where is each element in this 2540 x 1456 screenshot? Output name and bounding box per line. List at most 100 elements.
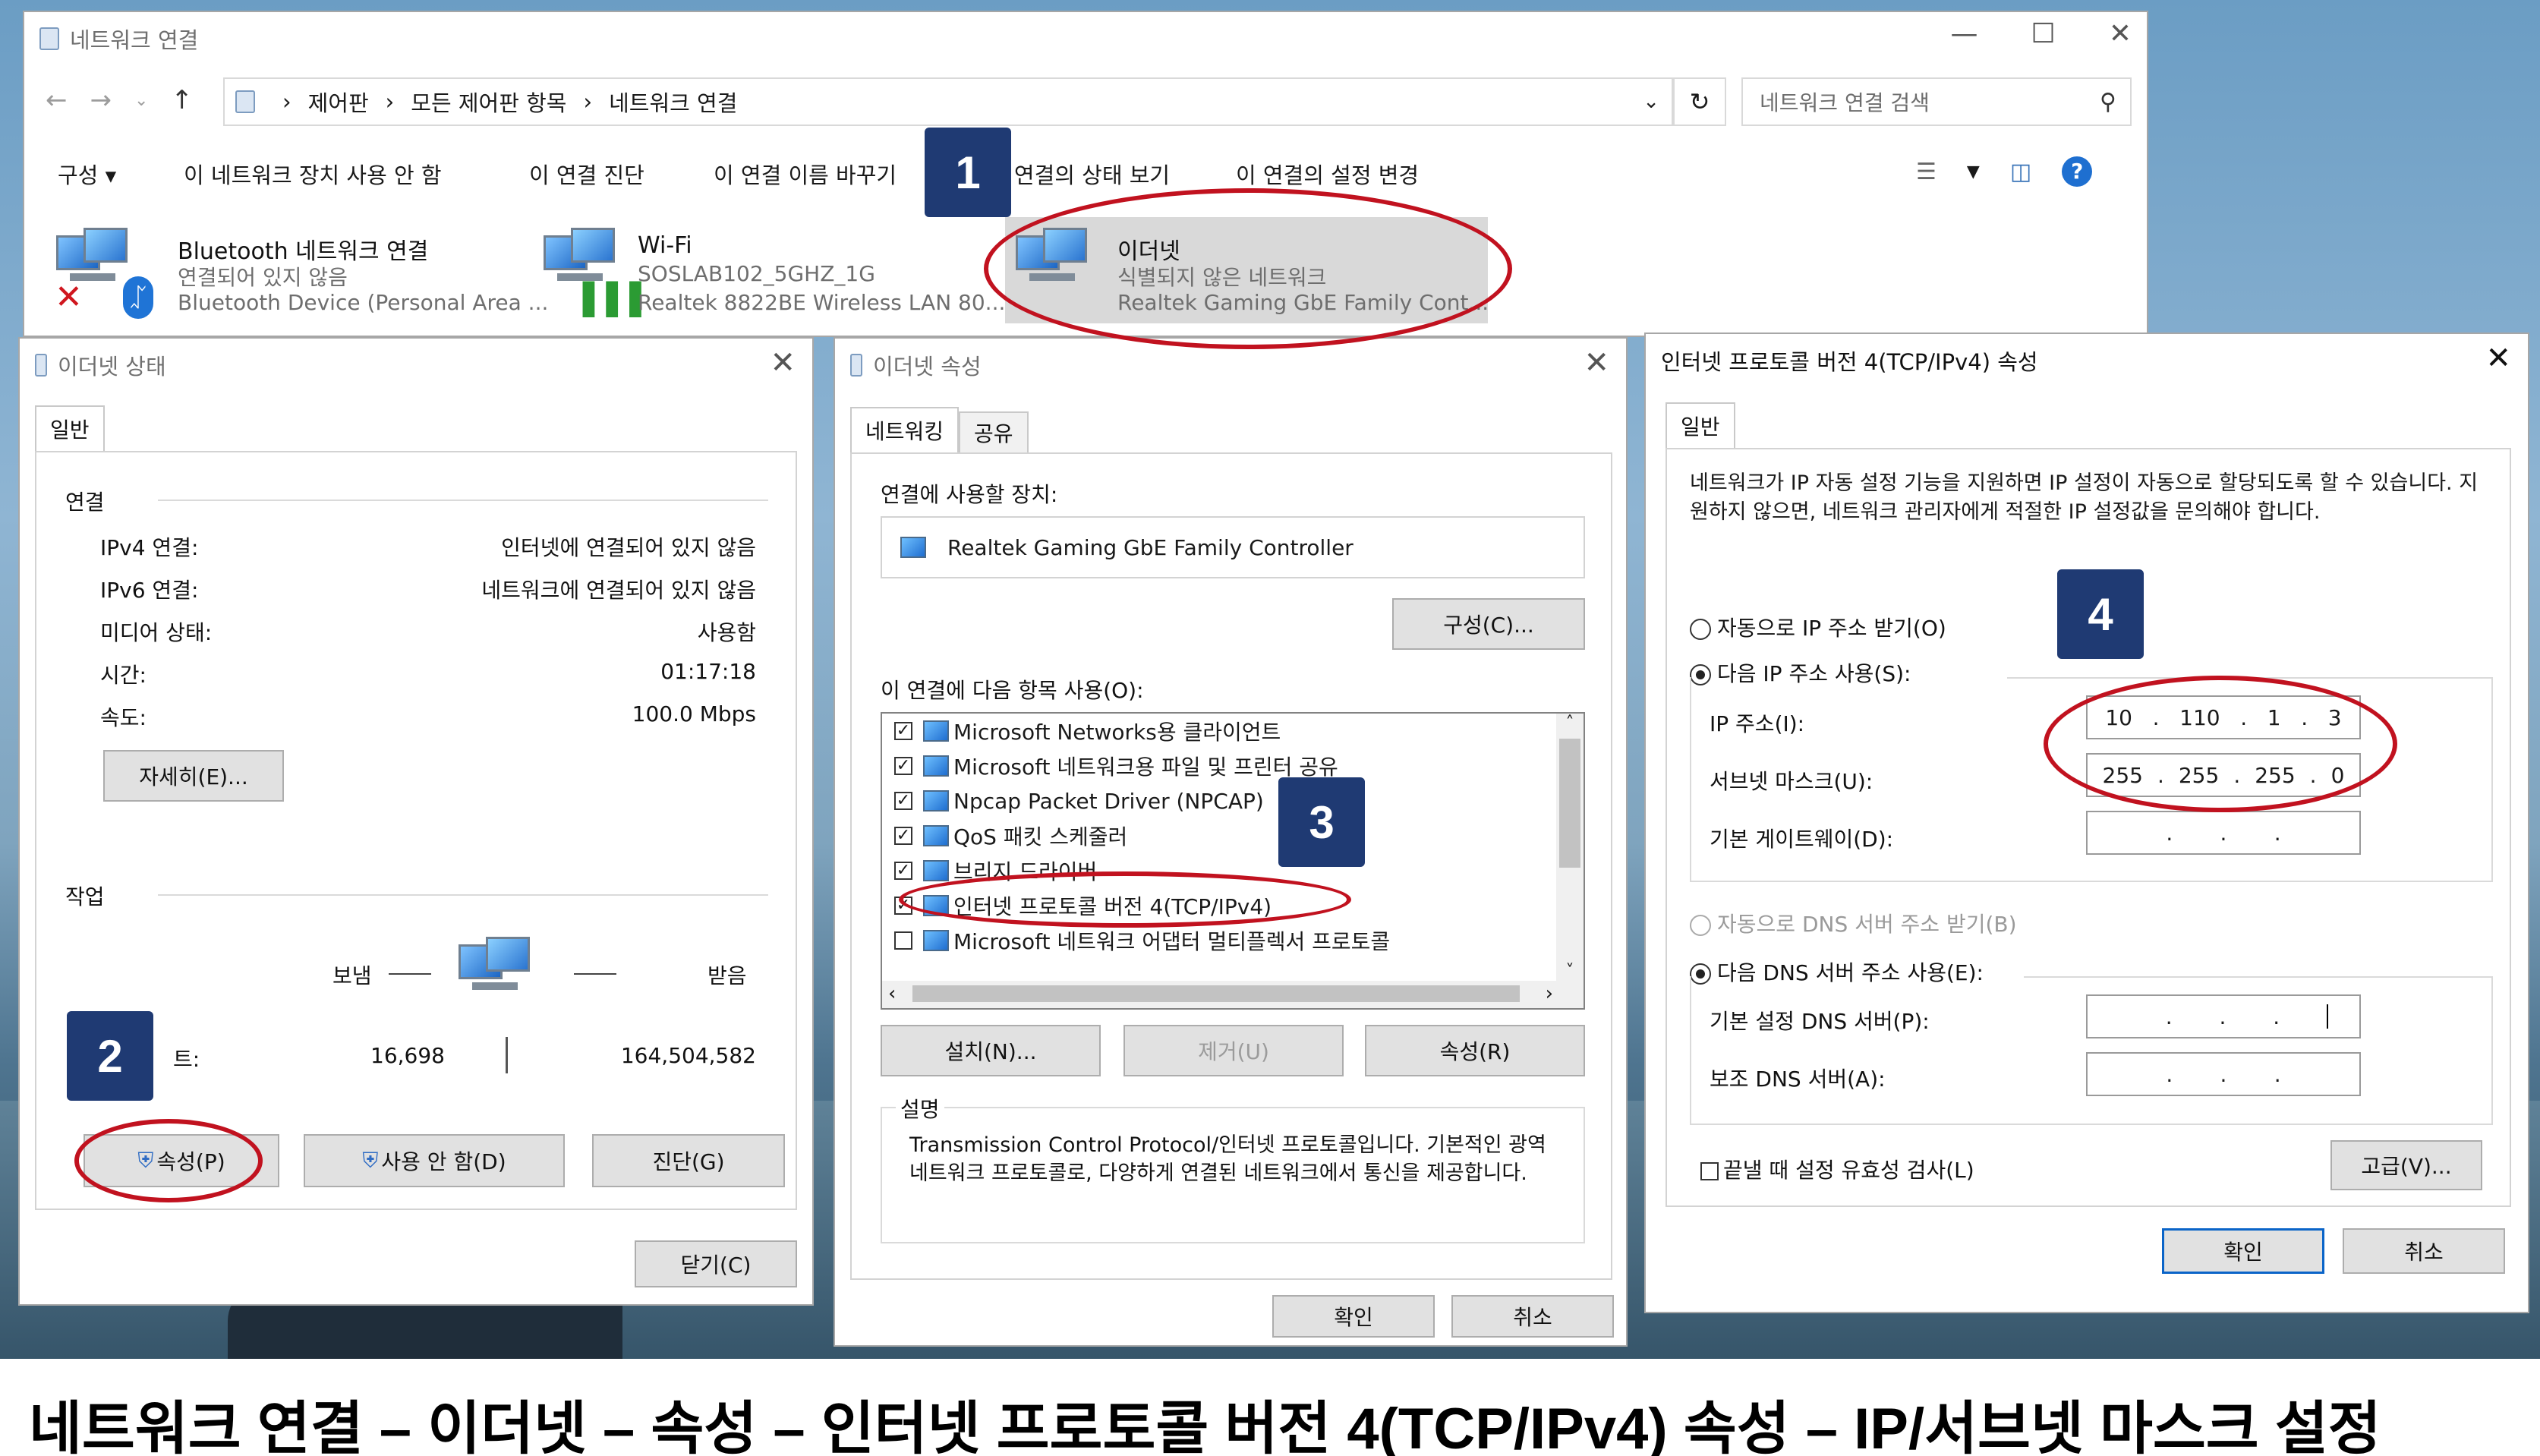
duration-value: 01:17:18 — [660, 659, 756, 684]
tab-sharing[interactable]: 공유 — [959, 411, 1029, 452]
adapter-status: 연결되어 있지 않음 — [178, 265, 348, 290]
props-ok-button[interactable]: 확인 — [1272, 1295, 1435, 1338]
close-icon[interactable]: ✕ — [770, 348, 796, 378]
highlight-properties-button — [74, 1119, 263, 1202]
scroll-up-icon[interactable]: ˄ — [1556, 714, 1584, 733]
props-cancel-button[interactable]: 취소 — [1451, 1295, 1614, 1338]
checkbox[interactable] — [1700, 1162, 1719, 1180]
back-arrow-icon[interactable]: ← — [46, 85, 68, 115]
tab-networking[interactable]: 네트워킹 — [850, 407, 960, 452]
items-label: 이 연결에 다음 항목 사용(O): — [881, 678, 1144, 703]
description-text: Transmission Control Protocol/인터넷 프로토콜입니… — [909, 1133, 1546, 1185]
bytes-label: 트: — [173, 1047, 200, 1072]
diagnose-command[interactable]: 이 연결 진단 — [529, 158, 644, 190]
list-item[interactable]: ✓ QoS 패킷 스케줄러 — [882, 818, 1584, 853]
close-icon[interactable]: ✕ — [2109, 18, 2132, 49]
breadcrumb-all-items[interactable]: 모든 제어판 항목 — [411, 86, 566, 118]
scroll-down-icon[interactable]: ˅ — [1556, 962, 1584, 981]
rename-command[interactable]: 이 연결 이름 바꾸기 — [714, 158, 897, 190]
help-icon[interactable]: ? — [2062, 156, 2093, 187]
ipv4-title: 인터넷 프로토콜 버전 4(TCP/IPv4) 속성 — [1661, 349, 2038, 375]
preferred-dns-field[interactable]: ... — [2086, 994, 2361, 1038]
close-icon[interactable]: ✕ — [2485, 343, 2511, 373]
connection-section-label: 연결 — [65, 490, 105, 515]
scroll-left-icon[interactable]: ‹ — [888, 982, 896, 1005]
checkbox[interactable]: ✓ — [894, 722, 912, 740]
connect-using-label: 연결에 사용할 장치: — [881, 482, 1058, 507]
alternate-dns-label: 보조 DNS 서버(A): — [1710, 1067, 1886, 1092]
change-settings-command[interactable]: 이 연결의 설정 변경 — [1236, 158, 1419, 190]
adapter-device: Bluetooth Device (Personal Area ... — [178, 290, 549, 315]
media-label: 미디어 상태: — [100, 620, 213, 645]
status-close-button[interactable]: 닫기(C) — [635, 1240, 797, 1287]
shield-icon: ⛨ — [362, 1148, 379, 1173]
address-dropdown-icon[interactable]: ⌄ — [1643, 90, 1659, 113]
search-box[interactable]: 네트워크 연결 검색 ⚲ — [1741, 77, 2132, 126]
sent-label: 보냄 — [332, 963, 372, 988]
view-dropdown-icon[interactable]: ▼ — [1967, 162, 1980, 181]
window-controls: — ☐ ✕ — [1951, 18, 2132, 49]
alternate-dns-field[interactable]: ... — [2086, 1052, 2361, 1096]
bluetooth-icon: ᛢ — [123, 276, 153, 319]
recent-chevron-icon[interactable]: ⌄ — [134, 91, 148, 115]
breadcrumb-control-panel[interactable]: 제어판 — [308, 86, 369, 118]
minimize-icon[interactable]: — — [1951, 18, 1978, 49]
view-status-command[interactable]: 이 연결의 상태 보기 — [987, 158, 1170, 190]
nav-buttons: ← → ⌄ ↑ — [46, 85, 193, 115]
hscroll-thumb[interactable] — [912, 985, 1520, 1002]
ipv4-properties-dialog: 인터넷 프로토콜 버전 4(TCP/IPv4) 속성 ✕ 일반 네트워크가 IP… — [1644, 332, 2529, 1313]
tab-general[interactable]: 일반 — [1665, 402, 1735, 448]
preview-pane-icon[interactable]: ◫ — [2010, 159, 2031, 185]
checkbox[interactable]: ✓ — [894, 757, 912, 775]
adapter-wifi[interactable]: ▌▌▌ Wi-Fi SOSLAB102_5GHZ_1G Realtek 8822… — [534, 217, 1005, 323]
media-value: 사용함 — [697, 620, 756, 645]
close-icon[interactable]: ✕ — [1584, 348, 1609, 378]
disable-button[interactable]: ⛨ 사용 안 함(D) — [304, 1134, 565, 1187]
address-bar[interactable]: › 제어판 › 모든 제어판 항목 › 네트워크 연결 ⌄ — [223, 77, 1673, 126]
list-item[interactable]: ✓ Microsoft Networks용 클라이언트 — [882, 714, 1584, 748]
breadcrumb-network[interactable]: 네트워크 연결 — [609, 86, 737, 118]
gateway-field[interactable]: ... — [2086, 811, 2361, 855]
control-panel-icon — [235, 90, 255, 113]
adapter-name: Wi-Fi — [638, 232, 692, 259]
device-field: Realtek Gaming GbE Family Controller — [881, 516, 1585, 578]
details-button[interactable]: 자세히(E)... — [103, 750, 284, 802]
ipv4-ok-button[interactable]: 확인 — [2162, 1228, 2324, 1274]
ipv4-cancel-button[interactable]: 취소 — [2343, 1228, 2505, 1274]
advanced-button[interactable]: 고급(V)... — [2330, 1140, 2482, 1190]
breadcrumb-sep-icon: › — [583, 89, 593, 115]
scroll-right-icon[interactable]: › — [1546, 982, 1553, 1005]
install-button[interactable]: 설치(N)... — [881, 1025, 1101, 1076]
tab-general[interactable]: 일반 — [35, 405, 105, 451]
maximize-icon[interactable]: ☐ — [2031, 18, 2056, 49]
duration-label: 시간: — [100, 663, 147, 688]
scroll-thumb[interactable] — [1559, 739, 1580, 868]
list-item[interactable]: ✓ Microsoft 네트워크용 파일 및 프린터 공유 — [882, 748, 1584, 783]
up-arrow-icon[interactable]: ↑ — [171, 85, 193, 115]
item-properties-button[interactable]: 속성(R) — [1365, 1025, 1585, 1076]
list-item[interactable]: ✓ Npcap Packet Driver (NPCAP) — [882, 783, 1584, 818]
diagnose-button[interactable]: 진단(G) — [592, 1134, 785, 1187]
horizontal-scrollbar[interactable]: ‹ › — [882, 981, 1584, 1008]
breadcrumb-sep-icon: › — [282, 89, 292, 115]
checkbox[interactable]: ✓ — [894, 827, 912, 845]
service-icon — [923, 755, 949, 777]
checkbox[interactable] — [894, 931, 912, 950]
change-view-icon[interactable]: ☰ — [1916, 159, 1937, 185]
refresh-button[interactable]: ↻ — [1673, 77, 1726, 126]
vertical-scrollbar[interactable]: ˄ ˅ — [1556, 714, 1584, 984]
radio-button[interactable] — [1690, 619, 1711, 640]
disable-device-command[interactable]: 이 네트워크 장치 사용 안 함 — [184, 158, 442, 190]
organize-menu[interactable]: 구성 ▾ — [58, 158, 116, 190]
adapter-bluetooth[interactable]: ✕ ᛢ Bluetooth 네트워크 연결 연결되어 있지 않음 Bluetoo… — [47, 217, 548, 323]
checkbox[interactable]: ✓ — [894, 862, 912, 880]
auto-ip-radio[interactable]: 자동으로 IP 주소 받기(O) — [1690, 612, 1946, 642]
validate-checkbox[interactable]: 끝낼 때 설정 유효성 검사(L) — [1700, 1154, 1974, 1184]
checkbox[interactable]: ✓ — [894, 792, 912, 810]
ipv4-value: 인터넷에 연결되어 있지 않음 — [501, 535, 756, 560]
components-list[interactable]: ✓ Microsoft Networks용 클라이언트 ✓ Microsoft 네트… — [881, 712, 1585, 1010]
configure-button[interactable]: 구성(C)... — [1392, 598, 1585, 650]
forward-arrow-icon[interactable]: → — [90, 85, 112, 115]
list-item[interactable]: Microsoft 네트워크 어댑터 멀티플렉서 프로토콜 — [882, 923, 1584, 958]
highlight-ethernet-adapter — [984, 188, 1512, 349]
